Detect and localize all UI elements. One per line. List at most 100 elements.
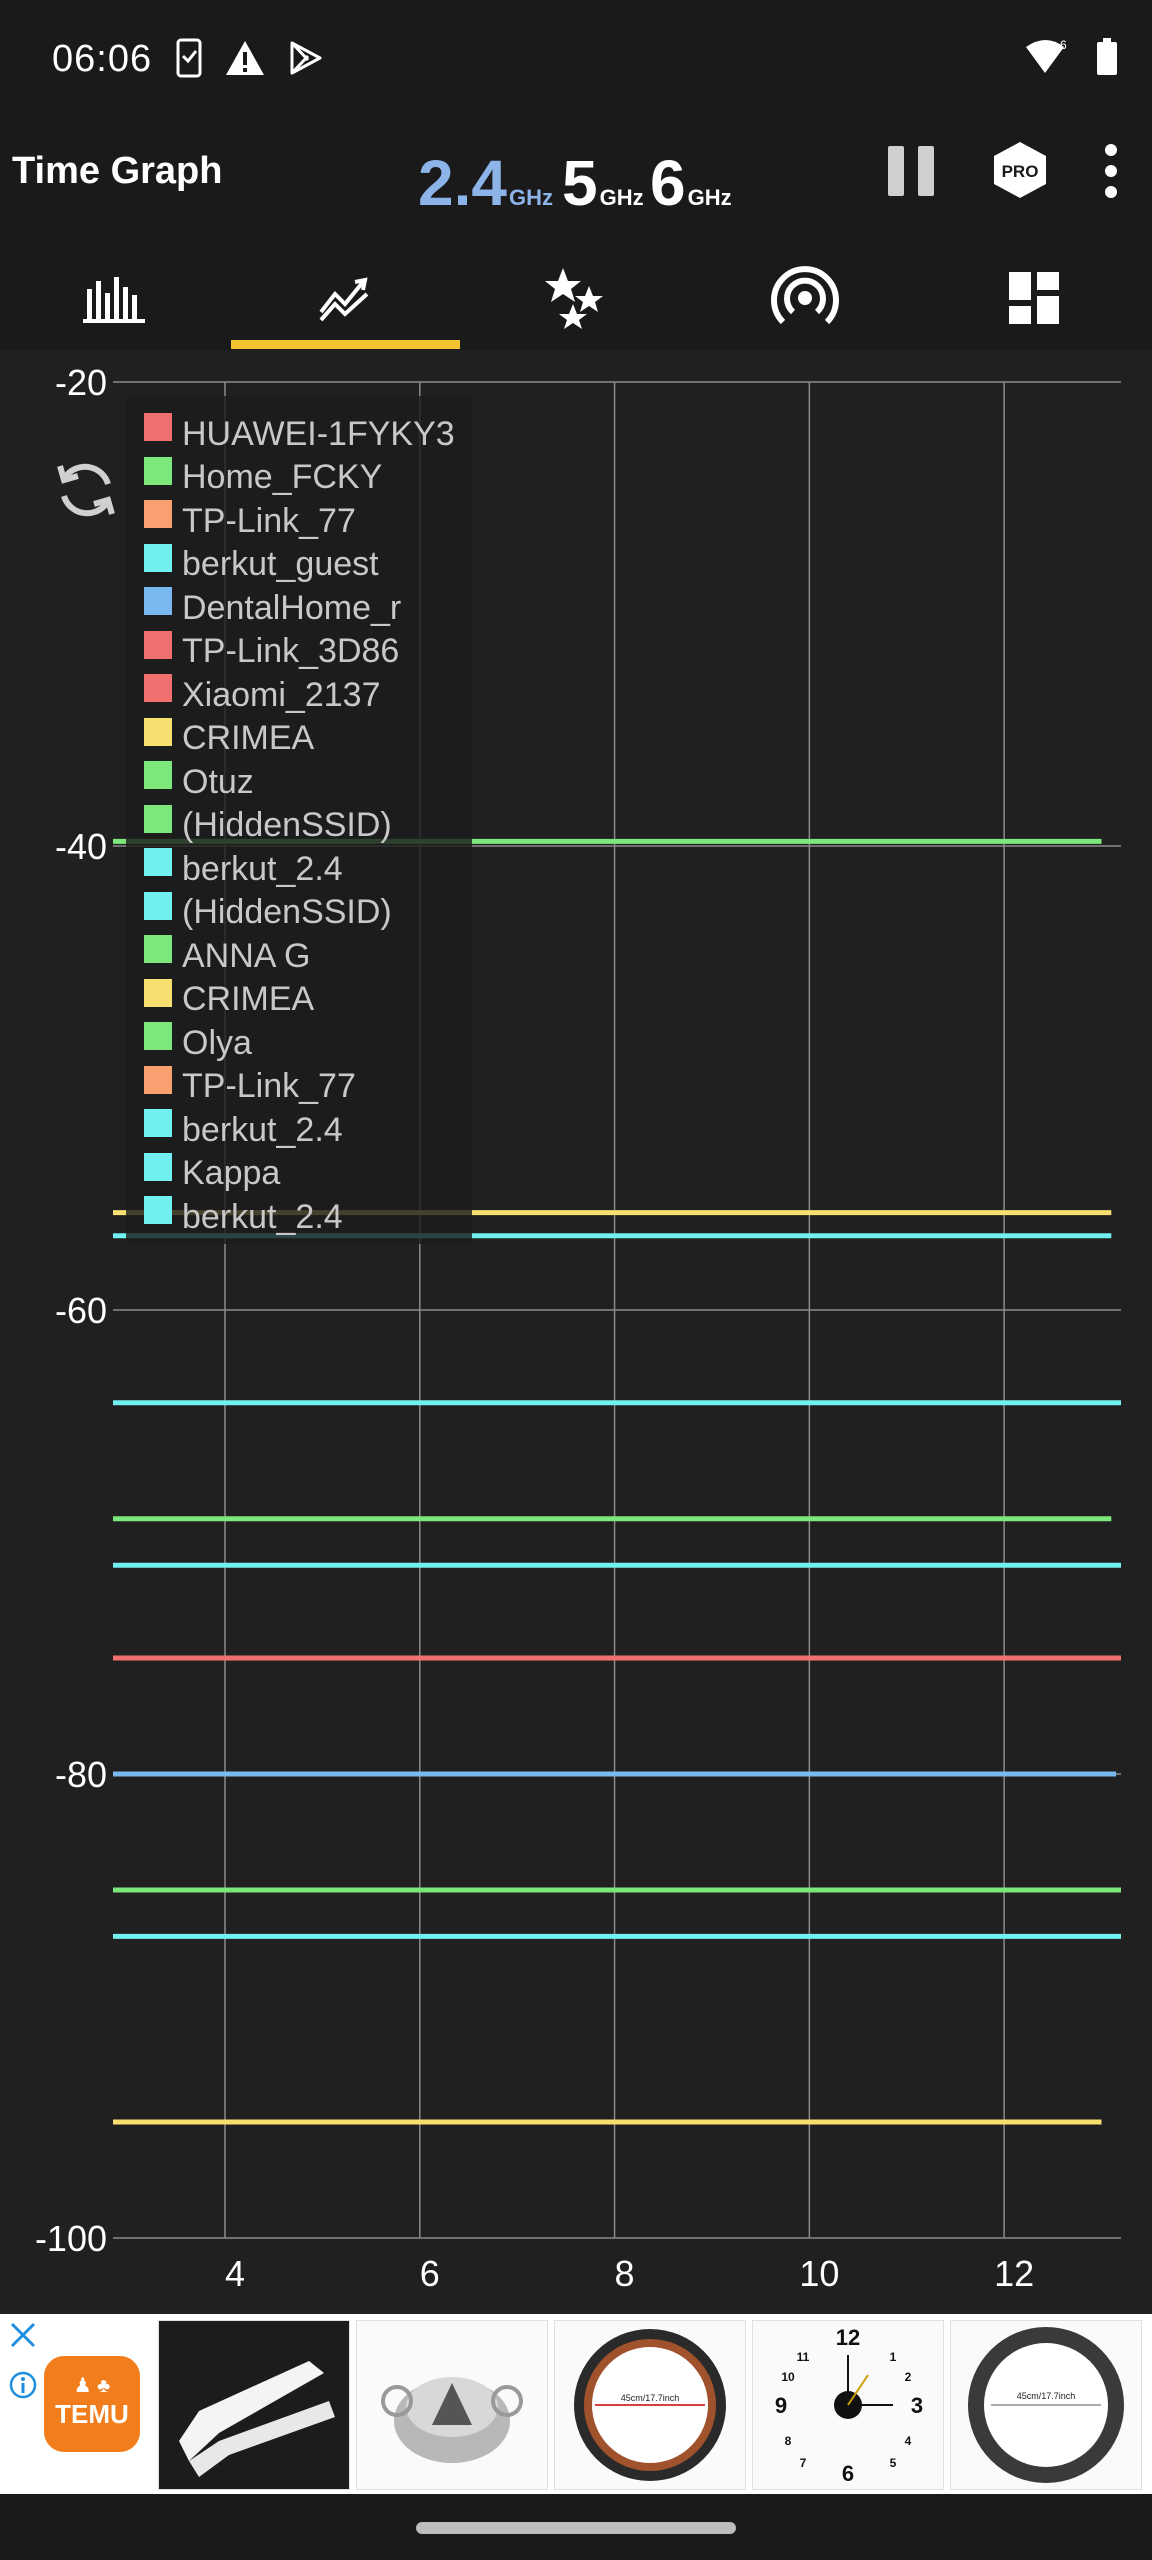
ad-product-brown-cover[interactable]: 45cm/17.7inch (554, 2320, 746, 2490)
legend-label: TP-Link_77 (182, 501, 356, 540)
legend-swatch (144, 1109, 172, 1137)
band-6-number: 6 (650, 147, 686, 219)
legend-label: Xiaomi_2137 (182, 675, 381, 714)
svg-text:12: 12 (836, 2325, 860, 2350)
legend-item: TP-Link_77 (144, 500, 356, 541)
legend-item: (HiddenSSID) (144, 891, 392, 933)
legend-swatch (144, 587, 172, 615)
svg-text:7: 7 (800, 2456, 807, 2470)
y-tick-label: -80 (55, 1754, 107, 1795)
signal-icon (771, 266, 839, 325)
sim-card-icon (176, 38, 202, 78)
x-tick-label: 8 (615, 2253, 635, 2294)
legend-label: HUAWEI-1FYKY3 (182, 414, 455, 453)
svg-text:45cm/17.7inch: 45cm/17.7inch (621, 2393, 680, 2403)
wall-clock-image: 12 6 9 3 12 45 78 1011 (775, 2325, 923, 2486)
svg-text:2: 2 (905, 2370, 912, 2384)
status-icons-left (176, 38, 324, 78)
legend-swatch (144, 891, 172, 920)
svg-text:11: 11 (797, 2350, 810, 2364)
band-2-4ghz-button[interactable]: 2.4GHz (418, 146, 553, 220)
tab-time-graph[interactable] (230, 246, 460, 350)
ad-product-gloves[interactable] (158, 2320, 350, 2490)
brown-steering-cover-image: 45cm/17.7inch (574, 2329, 726, 2481)
legend-swatch (144, 500, 172, 528)
info-icon[interactable] (8, 2370, 38, 2400)
legend-swatch (144, 1196, 172, 1224)
legend-item: CRIMEA (144, 717, 314, 759)
legend-item: HUAWEI-1FYKY3 (144, 413, 455, 454)
legend-swatch (144, 761, 172, 789)
legend-swatch (144, 456, 172, 485)
temu-brand-text: TEMU (55, 2399, 129, 2429)
refresh-icon[interactable] (50, 454, 122, 526)
legend-item: Olya (144, 1022, 252, 1063)
tab-channel-graph[interactable] (0, 246, 230, 350)
legend-label: Home_FCKY (182, 458, 383, 496)
band-6ghz-button[interactable]: 6GHz (650, 146, 732, 220)
more-vert-icon[interactable] (1100, 144, 1122, 198)
y-tick-label: -40 (55, 826, 107, 867)
legend-swatch (144, 1065, 172, 1094)
selected-tab-indicator (231, 340, 460, 349)
svg-text:4: 4 (905, 2434, 912, 2448)
y-tick-label: -60 (55, 1290, 107, 1331)
legend-label: TP-Link_77 (182, 1067, 356, 1105)
temu-logo[interactable]: ♟ ♣ TEMU (44, 2356, 140, 2452)
legend-item: Xiaomi_2137 (144, 674, 381, 715)
gesture-handle[interactable] (416, 2522, 736, 2534)
svg-text:6: 6 (842, 2461, 854, 2486)
ad-product-black-cover[interactable]: 45cm/17.7inch (950, 2320, 1142, 2490)
legend-label: (HiddenSSID) (182, 806, 392, 844)
svg-text:6: 6 (1060, 39, 1067, 52)
legend-swatch (144, 630, 172, 659)
ad-product-clock[interactable]: 12 6 9 3 12 45 78 10 11 (752, 2320, 944, 2490)
legend-item: berkut_2.4 (144, 1109, 343, 1150)
legend-item: DentalHome_r (144, 587, 401, 628)
app-bar: Time Graph 2.4GHz 5GHz 6GHz PRO (0, 128, 1152, 246)
legend-swatch (144, 1022, 172, 1050)
legend-item: berkut_2.4 (144, 1196, 343, 1237)
legend-label: berkut_2.4 (182, 1110, 343, 1149)
legend-item: berkut_2.4 (144, 848, 343, 889)
legend-swatch (144, 674, 172, 702)
close-icon[interactable] (8, 2320, 38, 2350)
legend-swatch (144, 804, 172, 833)
legend-label: berkut_2.4 (182, 1197, 343, 1236)
pause-button[interactable] (888, 146, 936, 196)
trend-line-icon (319, 277, 369, 322)
band-5ghz-button[interactable]: 5GHz (562, 146, 644, 220)
tab-vendors[interactable] (920, 246, 1150, 350)
legend-label: Otuz (182, 762, 254, 801)
y-tick-label: -100 (35, 2218, 107, 2259)
svg-text:45cm/17.7inch: 45cm/17.7inch (1017, 2391, 1076, 2401)
band-5-number: 5 (562, 147, 598, 219)
status-icons-right: 6 (1024, 38, 1118, 76)
ad-banner[interactable]: ♟ ♣ TEMU 45cm/17.7inch 12 6 9 3 1 2 4 5 … (0, 2314, 1152, 2494)
legend-item: CRIMEA (144, 978, 314, 1020)
ad-product-weight[interactable] (356, 2320, 548, 2490)
legend-label: Olya (182, 1023, 252, 1062)
legend-swatch (144, 717, 172, 746)
play-store-icon (290, 41, 322, 75)
legend-swatch (144, 848, 172, 876)
svg-text:5: 5 (890, 2456, 897, 2470)
svg-text:8: 8 (785, 2434, 792, 2448)
legend-item: berkut_guest (144, 543, 379, 585)
tab-bar (0, 246, 1152, 350)
tab-channel-rating[interactable] (460, 246, 690, 350)
legend-item: (HiddenSSID) (144, 804, 392, 846)
legend-item: Kappa (144, 1152, 281, 1194)
band-2-4-number: 2.4 (418, 147, 507, 219)
warning-icon (226, 41, 264, 75)
legend-label: (HiddenSSID) (182, 893, 392, 931)
legend-label: Kappa (182, 1154, 281, 1192)
legend-label: ANNA G (182, 936, 311, 975)
pause-icon (888, 146, 904, 196)
legend-label: berkut_2.4 (182, 849, 343, 888)
legend-item: TP-Link_3D86 (144, 630, 400, 672)
pro-icon[interactable]: PRO (992, 140, 1048, 200)
tab-access-points[interactable] (690, 246, 920, 350)
svg-text:PRO: PRO (1002, 162, 1039, 181)
legend-label: TP-Link_3D86 (182, 632, 400, 670)
